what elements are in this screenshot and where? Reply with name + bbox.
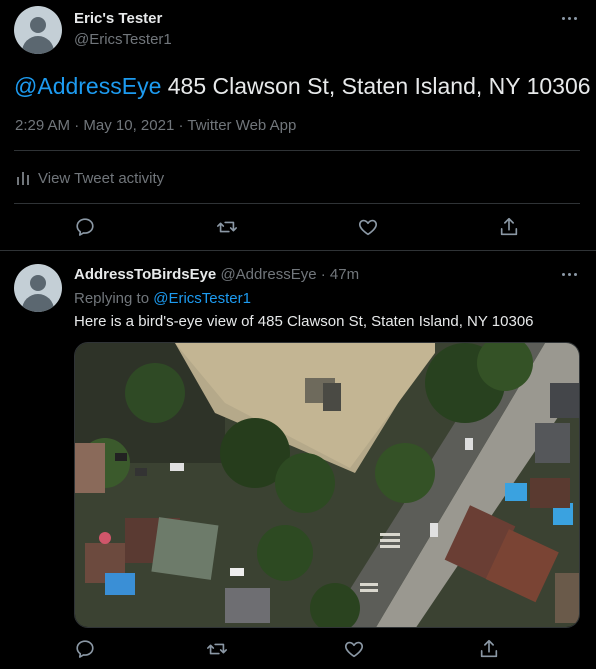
reply-icon (76, 218, 94, 236)
activity-icon (17, 172, 29, 185)
like-icon (344, 641, 364, 658)
more-icon[interactable] (560, 264, 580, 284)
reply-button[interactable] (74, 638, 98, 662)
retweet-icon (207, 643, 227, 655)
reply-age[interactable]: 47m (330, 266, 359, 283)
share-button[interactable] (498, 216, 522, 240)
aerial-photo[interactable] (74, 342, 580, 628)
tweet-body: 485 Clawson St, Staten Island, NY 10306 (161, 73, 591, 99)
thread-divider (0, 250, 596, 251)
divider (14, 150, 580, 151)
divider (14, 203, 580, 204)
retweet-button[interactable] (216, 216, 240, 240)
share-icon (500, 217, 518, 236)
reply-button[interactable] (74, 216, 98, 240)
retweet-button[interactable] (206, 638, 230, 662)
replying-to: Replying to @EricsTester1 (74, 290, 251, 307)
reply-author-handle[interactable]: @AddressEye (220, 266, 316, 283)
tweet-meta: 2:29 AM · May 10, 2021 · Twitter Web App (15, 117, 296, 134)
meta-separator: · (174, 117, 188, 134)
like-button[interactable] (357, 216, 381, 240)
tweet-time[interactable]: 2:29 AM (15, 117, 70, 134)
more-icon[interactable] (560, 8, 580, 28)
avatar[interactable] (14, 6, 62, 54)
share-icon (480, 639, 498, 658)
reply-author-name[interactable]: AddressToBirdsEye (74, 266, 216, 283)
reply-header: AddressToBirdsEye @AddressEye · 47m (74, 266, 359, 283)
reply-text: Here is a bird's-eye view of 485 Clawson… (74, 313, 534, 330)
tweet-source[interactable]: Twitter Web App (187, 117, 296, 134)
author-name[interactable]: Eric's Tester (74, 10, 162, 27)
avatar[interactable] (14, 264, 62, 312)
replying-to-link[interactable]: @EricsTester1 (153, 290, 251, 307)
replying-prefix: Replying to (74, 290, 154, 307)
author-handle[interactable]: @EricsTester1 (74, 31, 172, 48)
activity-label: View Tweet activity (38, 169, 165, 187)
tweet-text: @AddressEye 485 Clawson St, Staten Islan… (14, 73, 591, 100)
retweet-icon (217, 221, 237, 233)
mention-link[interactable]: @AddressEye (14, 73, 161, 99)
like-button[interactable] (343, 638, 367, 662)
share-button[interactable] (478, 638, 502, 662)
like-icon (358, 219, 378, 236)
meta-separator: · (316, 266, 330, 283)
reply-icon (76, 640, 94, 658)
tweet-date[interactable]: May 10, 2021 (83, 117, 174, 134)
view-activity-link[interactable]: View Tweet activity (16, 168, 164, 188)
meta-separator: · (70, 117, 84, 134)
